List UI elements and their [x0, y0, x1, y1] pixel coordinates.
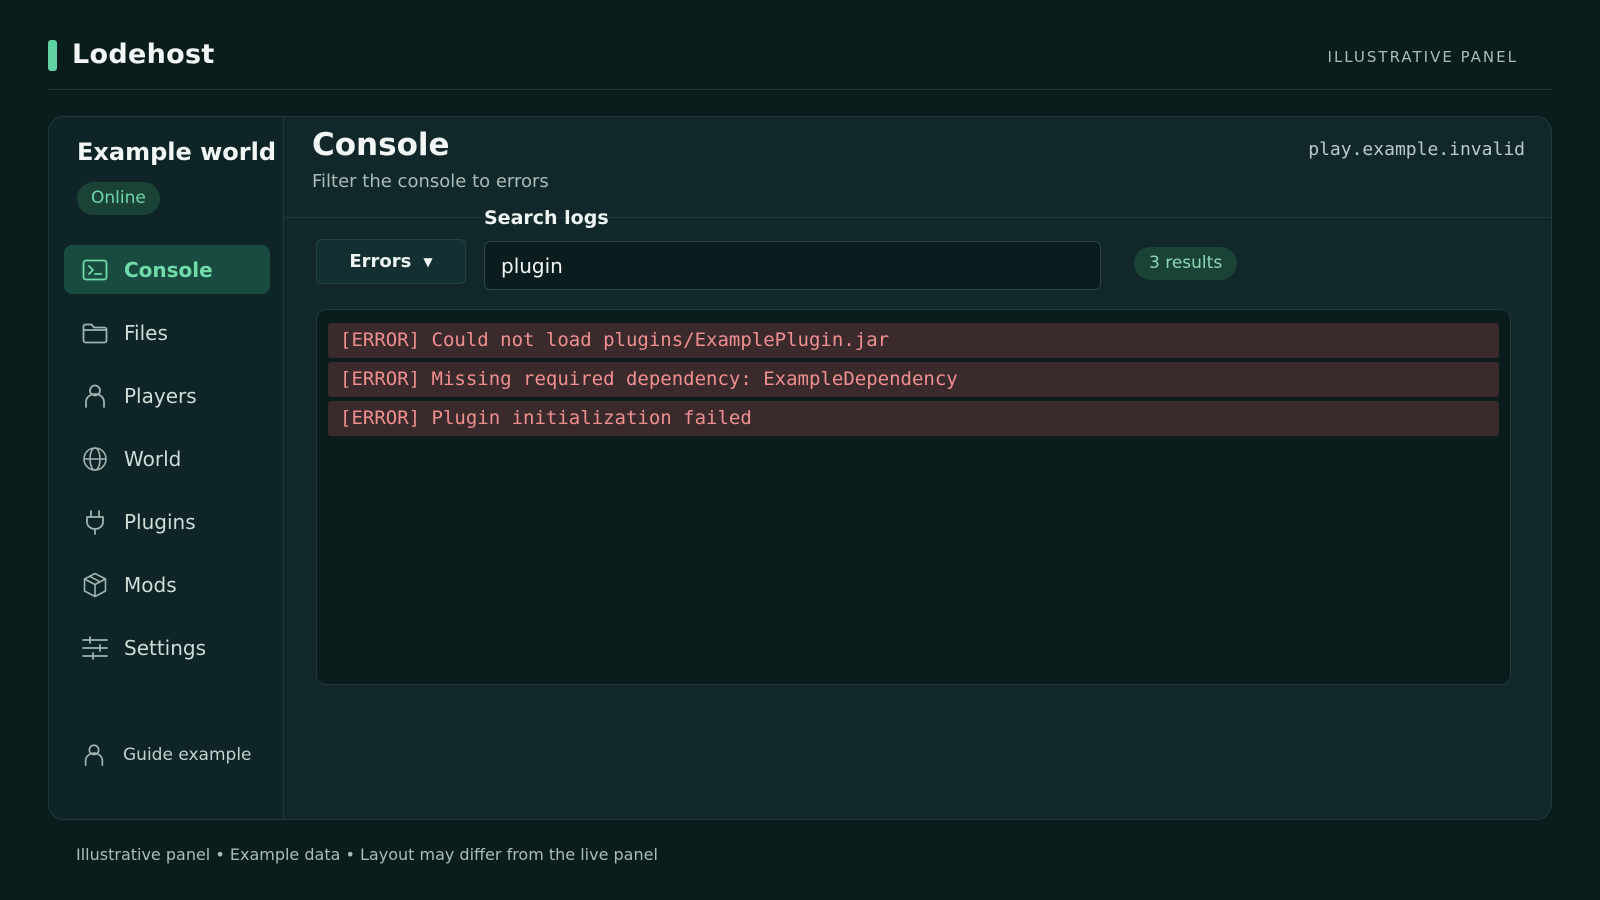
- sidebar-item-label: Players: [124, 383, 197, 408]
- sidebar-item-label: World: [124, 446, 182, 471]
- sidebar-item-console[interactable]: Console: [64, 245, 270, 294]
- header-divider: [284, 217, 1551, 218]
- sidebar-item-players[interactable]: Players: [64, 371, 270, 420]
- sidebar-item-files[interactable]: Files: [64, 308, 270, 357]
- search-label: Search logs: [484, 207, 609, 229]
- server-address: play.example.invalid: [1308, 139, 1525, 160]
- user-icon: [81, 742, 107, 768]
- sliders-icon: [81, 634, 109, 662]
- chevron-down-icon: ▼: [423, 254, 433, 269]
- page-subtitle: Filter the console to errors: [312, 171, 549, 192]
- brand-mark: [48, 40, 57, 71]
- user-name: Guide example: [123, 745, 252, 765]
- sidebar-item-label: Settings: [124, 635, 207, 660]
- sidebar-item-world[interactable]: World: [64, 434, 270, 483]
- results-count-badge: 3 results: [1134, 247, 1238, 280]
- box-icon: [81, 571, 109, 599]
- panel-tag: ILLUSTRATIVE PANEL: [1327, 48, 1518, 66]
- log-level-value: Errors: [349, 251, 412, 272]
- sidebar-item-label: Plugins: [124, 509, 196, 534]
- page-title: Console: [312, 127, 450, 163]
- status-badge: Online: [77, 182, 160, 215]
- log-line: [ERROR] Plugin initialization failed: [328, 401, 1499, 436]
- sidebar-item-label: Files: [124, 320, 168, 345]
- sidebar-item-label: Console: [124, 257, 213, 282]
- plug-icon: [81, 508, 109, 536]
- sidebar-item-settings[interactable]: Settings: [64, 623, 270, 672]
- sidebar: Example world Online Console Files Playe…: [49, 117, 284, 819]
- sidebar-item-mods[interactable]: Mods: [64, 560, 270, 609]
- main-content: Console Filter the console to errors pla…: [284, 117, 1551, 819]
- log-line: [ERROR] Could not load plugins/ExamplePl…: [328, 323, 1499, 358]
- terminal-icon: [81, 256, 109, 284]
- top-bar: Lodehost ILLUSTRATIVE PANEL: [48, 30, 1552, 90]
- console-output[interactable]: [ERROR] Could not load plugins/ExamplePl…: [316, 309, 1511, 685]
- log-line: [ERROR] Missing required dependency: Exa…: [328, 362, 1499, 397]
- brand-name[interactable]: Lodehost: [72, 39, 215, 70]
- search-input[interactable]: [484, 241, 1101, 290]
- user-menu[interactable]: Guide example: [81, 742, 252, 768]
- log-level-dropdown[interactable]: Errors ▼: [316, 239, 466, 284]
- sidebar-item-plugins[interactable]: Plugins: [64, 497, 270, 546]
- sidebar-nav: Console Files Players World Plugins Mods…: [64, 245, 270, 686]
- server-name: Example world: [77, 138, 277, 166]
- sidebar-item-label: Mods: [124, 572, 177, 597]
- folder-icon: [81, 319, 109, 347]
- footer-note: Illustrative panel • Example data • Layo…: [76, 845, 658, 864]
- user-icon: [81, 382, 109, 410]
- server-panel: Example world Online Console Files Playe…: [48, 116, 1552, 820]
- globe-icon: [81, 445, 109, 473]
